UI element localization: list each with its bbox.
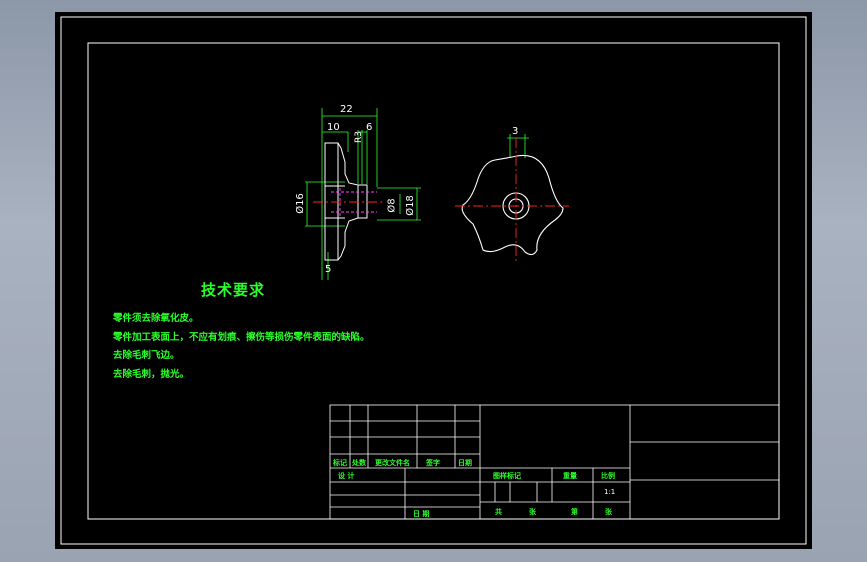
tb-sheet-total-label: 共 xyxy=(495,507,502,516)
tech-note-3: 去除毛刺飞边。 xyxy=(113,350,180,361)
dim-flange: 10 xyxy=(327,122,340,133)
tb-scale-value: 1:1 xyxy=(604,488,616,496)
tb-header-signature: 签字 xyxy=(426,458,440,467)
tech-note-2: 零件加工表面上，不应有划痕、擦伤等损伤零件表面的缺陷。 xyxy=(113,332,370,343)
dim-hub-dia: Ø16 xyxy=(294,193,306,214)
tb-drawing-mark-label: 图样标记 xyxy=(493,471,521,480)
dim-bottom: 5 xyxy=(325,264,332,275)
tb-date-label: 日 期 xyxy=(413,509,430,518)
top-view xyxy=(455,134,569,264)
tb-design-label: 设 计 xyxy=(338,471,355,480)
drawing-canvas[interactable]: 22 10 6 R3 Ø16 Ø8 Ø18 5 3 技术要求 零件须去除氧化皮。… xyxy=(55,12,812,549)
dim-outer-dia: Ø18 xyxy=(404,195,416,216)
tb-header-mark: 标记 xyxy=(333,458,347,467)
tb-sheet-no-label: 第 xyxy=(571,507,578,516)
dim-small: R3 xyxy=(353,131,364,143)
tech-requirements-title: 技术要求 xyxy=(201,281,266,299)
tb-weight-label: 重量 xyxy=(563,471,577,480)
tech-note-4: 去除毛刺，抛光。 xyxy=(113,369,190,380)
tech-note-1: 零件须去除氧化皮。 xyxy=(113,313,199,324)
dim-top: 3 xyxy=(512,126,519,137)
tb-header-change-doc: 更改文件名 xyxy=(375,458,410,467)
tb-sheet-total-unit: 张 xyxy=(529,507,536,516)
tb-scale-label: 比例 xyxy=(601,471,615,480)
tb-sheet-no-unit: 张 xyxy=(605,507,612,516)
dim-bore: Ø8 xyxy=(386,198,398,213)
dim-right: 6 xyxy=(366,122,373,133)
inner-frame xyxy=(87,42,780,520)
tb-header-date: 日期 xyxy=(458,458,472,467)
drawing-sheet xyxy=(60,16,807,545)
dim-overall-width: 22 xyxy=(340,104,353,115)
tb-header-count: 处数 xyxy=(352,458,366,467)
